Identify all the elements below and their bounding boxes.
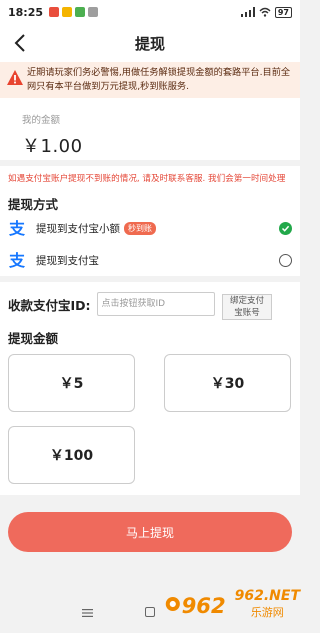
notification-app-icon	[62, 7, 73, 17]
status-time: 18:25	[8, 5, 44, 19]
watermark-net: 962.NET	[234, 588, 300, 604]
instant-badge: 秒到账	[124, 221, 156, 235]
amount-title: 提现金额	[8, 331, 59, 346]
alipay-id-input[interactable]	[96, 292, 215, 316]
back-arrow-icon[interactable]	[10, 33, 30, 53]
amount-option-100[interactable]: ￥100	[8, 426, 135, 484]
notification-app-icon	[88, 7, 99, 17]
balance-label: 我的金额	[22, 115, 61, 126]
amount-option-5[interactable]: ￥5	[8, 354, 135, 412]
status-indicators: 97	[240, 6, 292, 18]
notice-text: 近期请玩家们务必警惕,用做任务解锁提现金额的套路平台.目前全网只有本平台做到万元…	[27, 67, 291, 92]
battery-icon: 97	[274, 6, 292, 18]
withdraw-methods: 提现方式 支 提现到支付宝小额 秒到账 支 提现到支付宝	[0, 190, 300, 276]
withdraw-now-button[interactable]: 马上提现	[8, 512, 292, 552]
wifi-icon	[259, 7, 271, 17]
notification-app-icon	[49, 7, 60, 17]
warning-notice: 近期请玩家们务必警惕,用做任务解锁提现金额的套路平台.目前全网只有本平台做到万元…	[0, 62, 300, 98]
watermark: 962 962.NET 乐游网	[164, 578, 300, 630]
svg-text:962: 962	[182, 593, 226, 618]
notification-app-icon	[75, 7, 86, 17]
bind-button-label-line1: 绑定支付	[229, 296, 264, 306]
nav-bar: 提现	[0, 24, 300, 62]
balance-card: 我的金额 ￥1.00	[0, 98, 300, 160]
menu-icon[interactable]	[82, 608, 93, 618]
method-alipay[interactable]: 支 提现到支付宝	[0, 246, 300, 274]
amount-option-30[interactable]: ￥30	[164, 354, 291, 412]
method-alipay-small[interactable]: 支 提现到支付宝小额 秒到账	[0, 214, 300, 242]
svg-text:支: 支	[8, 251, 26, 269]
bind-button-label-line2: 宝账号	[234, 308, 260, 318]
balance-value: ￥1.00	[22, 136, 83, 157]
radio-checked-icon[interactable]	[279, 222, 292, 235]
signal-icon	[240, 7, 255, 17]
method-label: 提现到支付宝	[36, 254, 99, 267]
svg-text:支: 支	[8, 219, 26, 237]
account-label: 收款支付宝ID:	[8, 297, 91, 313]
home-square-icon[interactable]	[145, 607, 155, 617]
method-label: 提现到支付宝小额	[36, 222, 120, 235]
page-title: 提现	[134, 34, 165, 53]
bind-alipay-button[interactable]: 绑定支付 宝账号	[222, 294, 272, 320]
amount-section: 提现金额 ￥5 ￥30 ￥100	[0, 326, 300, 495]
status-bar: 18:25 97	[0, 0, 300, 24]
methods-title: 提现方式	[8, 197, 59, 212]
radio-unchecked-icon[interactable]	[279, 254, 292, 267]
watermark-cn: 乐游网	[250, 606, 284, 619]
support-tip: 如遇支付宝账户提现不到账的情况, 请及时联系客服. 我们会第一时间处理	[0, 166, 300, 190]
alipay-icon: 支	[8, 219, 26, 237]
alipay-icon: 支	[8, 251, 26, 269]
alipay-account-row: 收款支付宝ID: 绑定支付 宝账号	[0, 282, 300, 326]
watermark-logo: 962	[165, 593, 226, 618]
warning-icon	[7, 70, 23, 85]
